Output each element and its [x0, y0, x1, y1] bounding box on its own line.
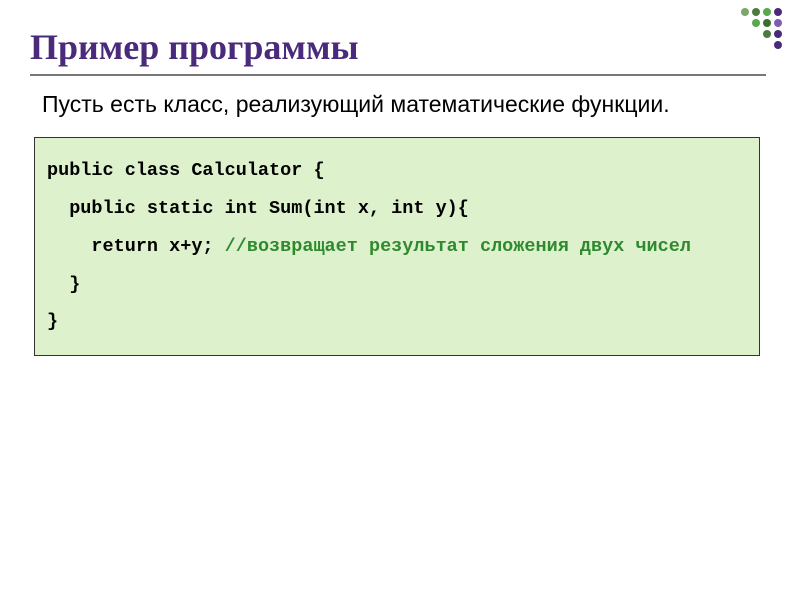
dot-icon: [752, 19, 760, 27]
dot-icon: [741, 8, 749, 16]
corner-decoration: [741, 8, 782, 49]
dot-icon: [763, 19, 771, 27]
slide-container: Пример программы Пусть есть класс, реали…: [0, 0, 794, 595]
code-line: public class Calculator {: [47, 160, 325, 181]
code-block: public class Calculator { public static …: [34, 137, 760, 357]
slide-title: Пример программы: [30, 26, 766, 76]
code-line: }: [47, 311, 58, 332]
slide-description: Пусть есть класс, реализующий математиче…: [42, 90, 766, 119]
code-line: return x+y;: [47, 236, 225, 257]
dot-icon: [774, 41, 782, 49]
code-line: }: [47, 274, 80, 295]
dot-icon: [774, 8, 782, 16]
dot-icon: [774, 30, 782, 38]
dot-icon: [763, 8, 771, 16]
code-line: public static int Sum(int x, int y){: [47, 198, 469, 219]
dot-icon: [752, 8, 760, 16]
code-comment: //возвращает результат сложения двух чис…: [225, 236, 691, 257]
dot-icon: [774, 19, 782, 27]
dot-icon: [763, 30, 771, 38]
